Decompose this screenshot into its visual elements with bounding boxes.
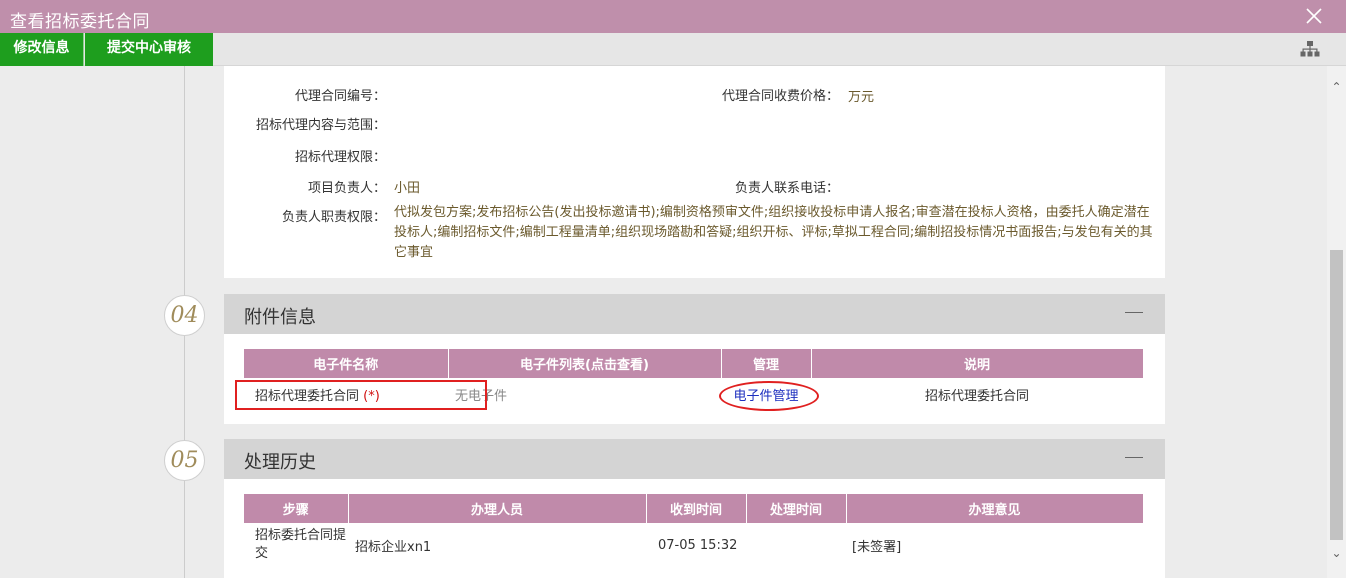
scroll-up-icon[interactable]: ⌃: [1329, 80, 1344, 95]
opinion-cell: [未签署]: [852, 539, 902, 555]
file-list-cell: 无电子件: [448, 378, 721, 410]
col-header-handler: 办理人员: [348, 494, 647, 523]
section-number-05: 05: [164, 440, 205, 481]
col-header-file-name: 电子件名称: [244, 349, 449, 378]
attachments-panel: 附件信息 电子件名称 电子件列表(点击查看) 管理 说明 招标代理委托合同 (*…: [224, 294, 1165, 424]
highlight-ellipse: [719, 381, 819, 411]
phone-label: 负责人联系电话：: [734, 181, 839, 196]
scope-label: 招标代理内容与范围：: [255, 118, 386, 133]
window-title: 查看招标委托合同: [10, 12, 150, 32]
manager-label: 项目负责人：: [307, 181, 386, 196]
history-table: 步骤 办理人员 收到时间 处理时间 办理意见 招标委托合同提交 招标企业xn1 …: [244, 494, 1144, 567]
close-icon[interactable]: [1304, 6, 1324, 26]
col-header-step: 步骤: [244, 494, 349, 523]
table-row: 招标委托合同提交 招标企业xn1 07-05 15:32 [未签署]: [244, 523, 1143, 567]
collapse-icon[interactable]: [1125, 457, 1143, 458]
duty-label: 负责人职责权限：: [281, 210, 386, 225]
contract-no-label: 代理合同编号：: [294, 89, 386, 104]
history-header: 处理历史: [224, 439, 1165, 479]
processed-time-cell: [746, 523, 846, 567]
col-header-file-list: 电子件列表(点击查看): [448, 349, 722, 378]
handler-cell: 招标企业xn1: [355, 539, 432, 555]
toolbar: 修改信息 提交中心审核: [0, 33, 1346, 66]
history-title: 处理历史: [244, 452, 316, 473]
step-cell: 招标委托合同提交: [255, 528, 347, 561]
scrollbar-thumb[interactable]: [1330, 250, 1343, 540]
section-number-04: 04: [164, 295, 205, 336]
duty-value: 代拟发包方案;发布招标公告(发出投标邀请书);编制资格预审文件;组织接收投标申请…: [394, 205, 1153, 260]
attachments-title: 附件信息: [244, 307, 316, 328]
edit-info-button[interactable]: 修改信息: [0, 33, 84, 66]
col-header-description: 说明: [811, 349, 1144, 378]
description-cell: 招标代理委托合同: [811, 378, 1143, 410]
received-time-cell: 07-05 15:32: [658, 537, 738, 553]
fee-label: 代理合同收费价格：: [721, 89, 839, 104]
sitemap-icon[interactable]: [1300, 40, 1320, 58]
attachments-header: 附件信息: [224, 294, 1165, 334]
contract-info-panel: 代理合同编号： 代理合同收费价格： 万元 招标代理内容与范围： 招标代理权限： …: [224, 66, 1165, 278]
manager-value: 小田: [394, 181, 421, 196]
window-title-bar: 查看招标委托合同: [0, 0, 1346, 33]
col-header-opinion: 办理意见: [846, 494, 1144, 523]
col-header-manage: 管理: [721, 349, 812, 378]
history-panel: 处理历史 步骤 办理人员 收到时间 处理时间 办理意见 招标委托合同提交 招标企…: [224, 439, 1165, 578]
highlight-box: [235, 380, 487, 410]
scroll-down-icon[interactable]: ⌄: [1329, 546, 1344, 561]
submit-review-button[interactable]: 提交中心审核: [85, 33, 213, 66]
collapse-icon[interactable]: [1125, 312, 1143, 313]
authority-label: 招标代理权限：: [294, 150, 386, 165]
fee-value: 万元: [848, 90, 875, 105]
col-header-received: 收到时间: [646, 494, 747, 523]
vertical-scrollbar[interactable]: ⌃ ⌄: [1327, 66, 1346, 578]
file-description: 招标代理委托合同: [924, 388, 1029, 404]
col-header-processed: 处理时间: [746, 494, 847, 523]
main-content: 代理合同编号： 代理合同收费价格： 万元 招标代理内容与范围： 招标代理权限： …: [0, 66, 1327, 578]
